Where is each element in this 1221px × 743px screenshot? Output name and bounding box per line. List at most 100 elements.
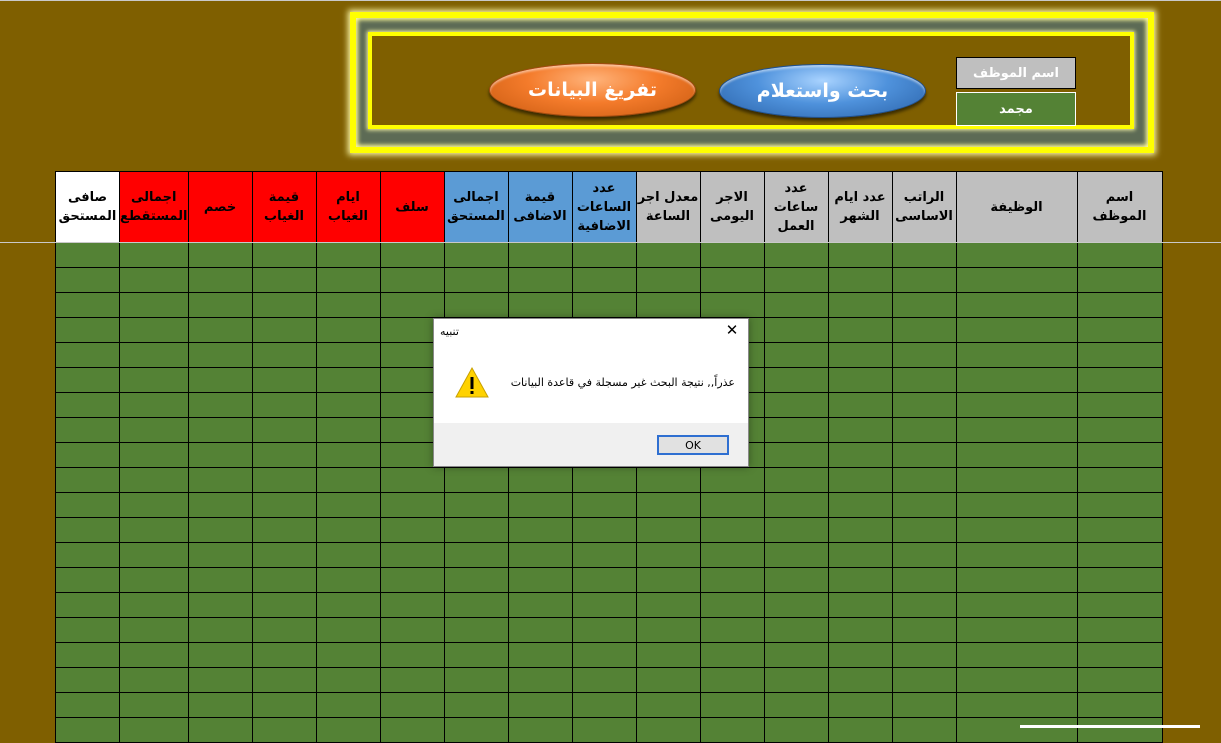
table-cell[interactable] [507, 292, 573, 318]
column-header[interactable]: عدد ايام الشهر [827, 171, 893, 243]
table-cell[interactable] [571, 642, 637, 668]
table-cell[interactable] [55, 667, 120, 693]
table-cell[interactable] [315, 717, 381, 743]
table-cell[interactable] [443, 717, 509, 743]
table-cell[interactable] [443, 492, 509, 518]
table-cell[interactable] [699, 542, 765, 568]
table-cell[interactable] [379, 617, 445, 643]
table-cell[interactable] [763, 367, 829, 393]
table-cell[interactable] [635, 492, 701, 518]
column-header[interactable]: قيمة الغياب [251, 171, 317, 243]
table-cell[interactable] [635, 267, 701, 293]
table-cell[interactable] [699, 717, 765, 743]
table-cell[interactable] [315, 392, 381, 418]
table-cell[interactable] [55, 517, 120, 543]
table-cell[interactable] [507, 717, 573, 743]
table-cell[interactable] [187, 242, 253, 268]
table-cell[interactable] [571, 542, 637, 568]
table-cell[interactable] [891, 517, 957, 543]
table-cell[interactable] [891, 717, 957, 743]
table-cell[interactable] [955, 617, 1078, 643]
table-cell[interactable] [891, 317, 957, 343]
table-cell[interactable] [699, 292, 765, 318]
table-cell[interactable] [571, 467, 637, 493]
table-cell[interactable] [119, 667, 189, 693]
table-cell[interactable] [55, 292, 120, 318]
table-cell[interactable] [763, 517, 829, 543]
table-cell[interactable] [699, 517, 765, 543]
table-cell[interactable] [891, 667, 957, 693]
table-cell[interactable] [891, 567, 957, 593]
table-cell[interactable] [1076, 567, 1163, 593]
table-cell[interactable] [827, 492, 893, 518]
table-cell[interactable] [443, 542, 509, 568]
table-cell[interactable] [955, 492, 1078, 518]
table-cell[interactable] [443, 267, 509, 293]
table-cell[interactable] [55, 342, 120, 368]
table-cell[interactable] [55, 317, 120, 343]
table-cell[interactable] [187, 642, 253, 668]
table-cell[interactable] [699, 267, 765, 293]
ok-button[interactable]: OK [657, 435, 729, 455]
table-cell[interactable] [763, 542, 829, 568]
table-cell[interactable] [507, 267, 573, 293]
table-cell[interactable] [827, 242, 893, 268]
table-cell[interactable] [699, 492, 765, 518]
table-cell[interactable] [187, 417, 253, 443]
table-cell[interactable] [955, 667, 1078, 693]
table-cell[interactable] [443, 467, 509, 493]
search-query-button[interactable]: بحث واستعلام [719, 64, 926, 118]
table-cell[interactable] [891, 342, 957, 368]
table-cell[interactable] [955, 242, 1078, 268]
table-cell[interactable] [507, 617, 573, 643]
column-header[interactable]: عدد الساعات الاضافية [571, 171, 637, 243]
table-cell[interactable] [251, 642, 317, 668]
table-cell[interactable] [119, 592, 189, 618]
table-cell[interactable] [315, 542, 381, 568]
table-cell[interactable] [571, 267, 637, 293]
table-cell[interactable] [443, 617, 509, 643]
table-cell[interactable] [119, 242, 189, 268]
table-cell[interactable] [119, 392, 189, 418]
column-header[interactable]: الاجر اليومى [699, 171, 765, 243]
table-cell[interactable] [955, 367, 1078, 393]
table-cell[interactable] [315, 417, 381, 443]
table-cell[interactable] [955, 417, 1078, 443]
table-cell[interactable] [763, 342, 829, 368]
table-cell[interactable] [763, 417, 829, 443]
table-cell[interactable] [55, 717, 120, 743]
table-cell[interactable] [315, 592, 381, 618]
table-cell[interactable] [187, 542, 253, 568]
table-cell[interactable] [187, 367, 253, 393]
table-cell[interactable] [571, 617, 637, 643]
table-cell[interactable] [379, 267, 445, 293]
table-cell[interactable] [507, 242, 573, 268]
table-cell[interactable] [571, 592, 637, 618]
table-cell[interactable] [955, 442, 1078, 468]
table-cell[interactable] [443, 667, 509, 693]
table-cell[interactable] [379, 592, 445, 618]
table-cell[interactable] [187, 617, 253, 643]
table-cell[interactable] [315, 292, 381, 318]
table-cell[interactable] [827, 317, 893, 343]
table-cell[interactable] [251, 242, 317, 268]
table-cell[interactable] [763, 667, 829, 693]
table-cell[interactable] [379, 692, 445, 718]
table-cell[interactable] [507, 517, 573, 543]
table-cell[interactable] [119, 467, 189, 493]
table-cell[interactable] [699, 242, 765, 268]
table-cell[interactable] [635, 617, 701, 643]
table-cell[interactable] [827, 667, 893, 693]
table-cell[interactable] [187, 267, 253, 293]
table-cell[interactable] [379, 717, 445, 743]
unload-data-button[interactable]: تفريغ البيانات [489, 63, 696, 117]
table-cell[interactable] [187, 717, 253, 743]
table-cell[interactable] [571, 242, 637, 268]
table-cell[interactable] [827, 642, 893, 668]
table-cell[interactable] [251, 342, 317, 368]
table-cell[interactable] [827, 517, 893, 543]
table-cell[interactable] [1076, 592, 1163, 618]
table-cell[interactable] [1076, 342, 1163, 368]
table-cell[interactable] [1076, 517, 1163, 543]
table-cell[interactable] [187, 392, 253, 418]
